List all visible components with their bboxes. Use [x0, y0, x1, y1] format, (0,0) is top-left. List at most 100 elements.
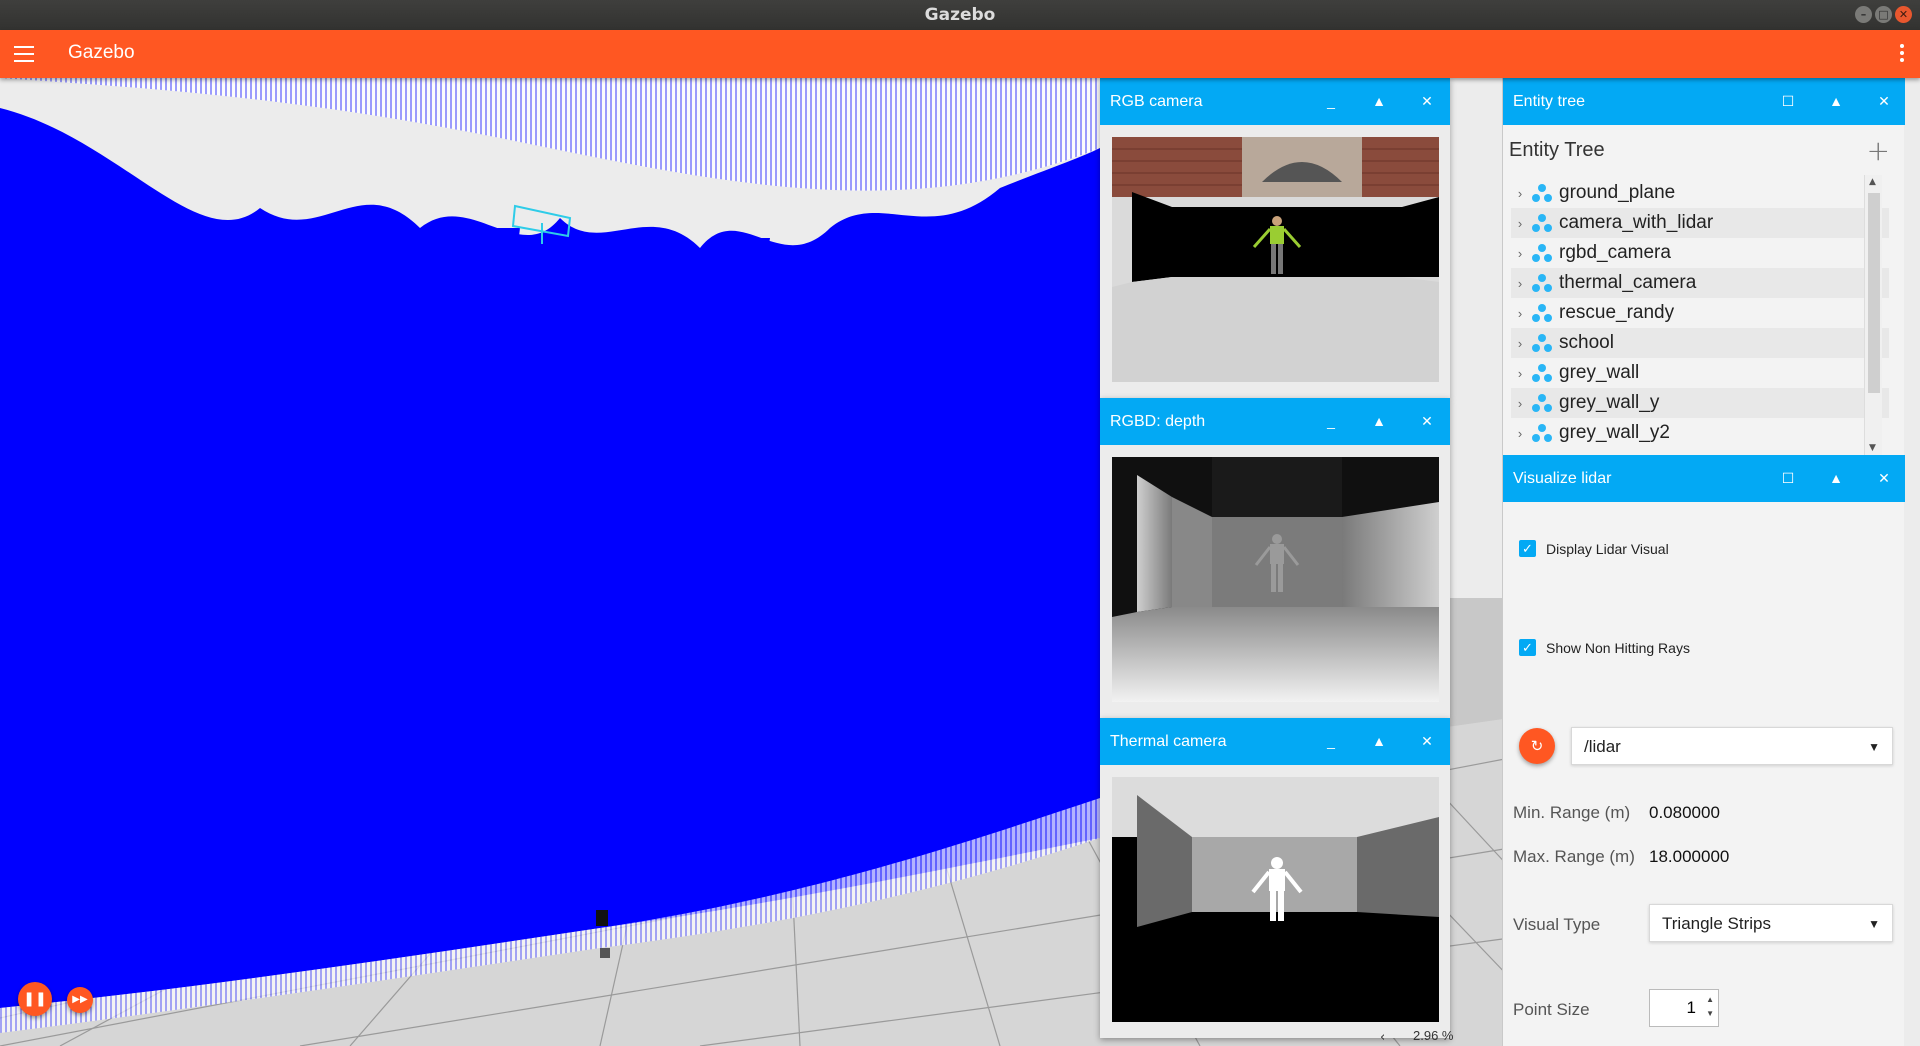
- rgbd-depth-image: [1112, 457, 1439, 702]
- entity-tree-item[interactable]: › camera_with_lidar: [1511, 208, 1889, 238]
- float-icon[interactable]: ☐: [1779, 455, 1797, 502]
- chevron-right-icon[interactable]: ›: [1511, 306, 1529, 321]
- kebab-icon[interactable]: [1900, 44, 1904, 65]
- step-icon: ▶▶: [72, 994, 88, 1005]
- close-window-icon[interactable]: ✕: [1895, 6, 1912, 23]
- collapse-icon[interactable]: ▲: [1827, 78, 1845, 125]
- entity-tree-item-label: school: [1559, 332, 1614, 353]
- show-non-hitting-rays-checkbox[interactable]: ✓ Show Non Hitting Rays: [1519, 639, 1690, 656]
- chevron-down-icon: ▼: [1868, 917, 1880, 931]
- collapse-icon[interactable]: ▲: [1827, 455, 1845, 502]
- entity-tree-scrollbar[interactable]: ▲ ▼: [1864, 175, 1882, 455]
- max-range-value: 18.000000: [1649, 847, 1730, 866]
- close-icon[interactable]: ✕: [1418, 718, 1436, 765]
- entity-tree-item[interactable]: › grey_wall_y: [1511, 388, 1889, 418]
- visual-type-label: Visual Type: [1513, 915, 1601, 934]
- refresh-topics-button[interactable]: ↻: [1519, 728, 1555, 764]
- thermal-camera-title: Thermal camera: [1110, 733, 1227, 750]
- hamburger-icon[interactable]: [14, 46, 34, 62]
- display-lidar-visual-checkbox[interactable]: ✓ Display Lidar Visual: [1519, 540, 1669, 557]
- entity-tree-item-label: grey_wall: [1559, 362, 1640, 383]
- collapse-icon[interactable]: ▲: [1370, 398, 1388, 445]
- entity-tree-item[interactable]: › rgbd_camera: [1511, 238, 1889, 268]
- checkbox-checked-icon[interactable]: ✓: [1519, 639, 1536, 656]
- close-icon[interactable]: ✕: [1418, 398, 1436, 445]
- max-range-label: Max. Range (m): [1513, 847, 1635, 866]
- visual-type-value: Triangle Strips: [1662, 914, 1771, 933]
- rgb-camera-panel: RGB camera _ ▲ ✕: [1100, 78, 1450, 398]
- entity-tree-item-label: grey_wall_y2: [1559, 422, 1670, 443]
- min-range-value: 0.080000: [1649, 803, 1720, 822]
- pause-button[interactable]: ❚❚: [18, 982, 52, 1016]
- model-icon: [1529, 332, 1555, 354]
- chevron-right-icon[interactable]: ›: [1511, 276, 1529, 291]
- entity-tree-item-label: rescue_randy: [1559, 302, 1675, 323]
- chevron-right-icon[interactable]: ›: [1511, 426, 1529, 441]
- point-size-value: 1: [1686, 998, 1696, 1017]
- side-dock: Entity tree ☐ ▲ ✕ Entity Tree + › ground_…: [1502, 78, 1905, 1046]
- step-button[interactable]: ▶▶: [67, 987, 93, 1013]
- scroll-up-icon[interactable]: ▲: [1869, 177, 1876, 187]
- entity-tree-item[interactable]: › school: [1511, 328, 1889, 358]
- entity-tree-item-label: rgbd_camera: [1559, 242, 1671, 263]
- close-icon[interactable]: ✕: [1875, 78, 1893, 125]
- stats-expand-icon[interactable]: ‹: [1380, 1030, 1385, 1045]
- visualize-lidar-dock-title: Visualize lidar: [1513, 470, 1612, 487]
- entity-tree-item[interactable]: › rescue_randy: [1511, 298, 1889, 328]
- checkbox-checked-icon[interactable]: ✓: [1519, 540, 1536, 557]
- model-icon: [1529, 272, 1555, 294]
- thermal-camera-image: [1112, 777, 1439, 1022]
- rgb-camera-header[interactable]: RGB camera _ ▲ ✕: [1100, 78, 1450, 125]
- entity-tree-item[interactable]: › grey_wall: [1511, 358, 1889, 388]
- app-title: Gazebo: [68, 42, 135, 63]
- thermal-camera-header[interactable]: Thermal camera _ ▲ ✕: [1100, 718, 1450, 765]
- display-lidar-visual-label: Display Lidar Visual: [1546, 540, 1669, 557]
- entity-tree-item-label: grey_wall_y: [1559, 392, 1660, 413]
- scrollbar-thumb[interactable]: [1868, 193, 1880, 393]
- real-time-factor: 2.96 %: [1413, 1028, 1454, 1043]
- close-icon[interactable]: ✕: [1418, 78, 1436, 125]
- maximize-window-icon[interactable]: □: [1875, 6, 1892, 23]
- model-icon: [1529, 182, 1555, 204]
- minimize-icon[interactable]: _: [1322, 78, 1340, 125]
- entity-tree-heading: Entity Tree: [1509, 139, 1605, 161]
- visualize-lidar-dock-header[interactable]: Visualize lidar ☐ ▲ ✕: [1503, 455, 1905, 502]
- lidar-topic-select[interactable]: /lidar ▼: [1571, 727, 1893, 765]
- chevron-right-icon[interactable]: ›: [1511, 396, 1529, 411]
- minimize-icon[interactable]: _: [1322, 398, 1340, 445]
- entity-tree-dock-title: Entity tree: [1513, 93, 1586, 110]
- chevron-right-icon[interactable]: ›: [1511, 246, 1529, 261]
- collapse-icon[interactable]: ▲: [1370, 78, 1388, 125]
- entity-tree-item[interactable]: › grey_wall_y2: [1511, 418, 1889, 448]
- scroll-down-icon[interactable]: ▼: [1869, 443, 1876, 453]
- refresh-icon: ↻: [1530, 737, 1544, 755]
- model-icon: [1529, 302, 1555, 324]
- point-size-label: Point Size: [1513, 1000, 1590, 1019]
- chevron-right-icon[interactable]: ›: [1511, 366, 1529, 381]
- add-entity-icon[interactable]: +: [1867, 134, 1890, 167]
- point-size-spinbox[interactable]: 1 ▲ ▼: [1649, 989, 1719, 1027]
- pause-icon: ❚❚: [23, 991, 47, 1007]
- rgb-camera-title: RGB camera: [1110, 93, 1203, 110]
- chevron-right-icon[interactable]: ›: [1511, 216, 1529, 231]
- app-bar: Gazebo: [0, 30, 1920, 78]
- spin-arrows-icon[interactable]: ▲ ▼: [1706, 993, 1714, 1021]
- chevron-right-icon[interactable]: ›: [1511, 336, 1529, 351]
- entity-tree-list: › ground_plane › camera_with_lidar › rgbd_cam…: [1511, 178, 1889, 452]
- chevron-right-icon[interactable]: ›: [1511, 186, 1529, 201]
- visual-type-select[interactable]: Triangle Strips ▼: [1649, 904, 1893, 942]
- rgbd-depth-panel: RGBD: depth _ ▲ ✕: [1100, 398, 1450, 718]
- minimize-window-icon[interactable]: –: [1855, 6, 1872, 23]
- min-range-label: Min. Range (m): [1513, 803, 1631, 822]
- collapse-icon[interactable]: ▲: [1370, 718, 1388, 765]
- model-icon: [1529, 362, 1555, 384]
- entity-tree-item-label: ground_plane: [1559, 182, 1676, 203]
- entity-tree-item[interactable]: › ground_plane: [1511, 178, 1889, 208]
- float-icon[interactable]: ☐: [1779, 78, 1797, 125]
- close-icon[interactable]: ✕: [1875, 455, 1893, 502]
- entity-tree-item[interactable]: › thermal_camera: [1511, 268, 1889, 298]
- entity-tree-dock-header[interactable]: Entity tree ☐ ▲ ✕: [1503, 78, 1905, 125]
- minimize-icon[interactable]: _: [1322, 718, 1340, 765]
- rgbd-depth-header[interactable]: RGBD: depth _ ▲ ✕: [1100, 398, 1450, 445]
- window-titlebar: Gazebo – □ ✕: [0, 0, 1920, 30]
